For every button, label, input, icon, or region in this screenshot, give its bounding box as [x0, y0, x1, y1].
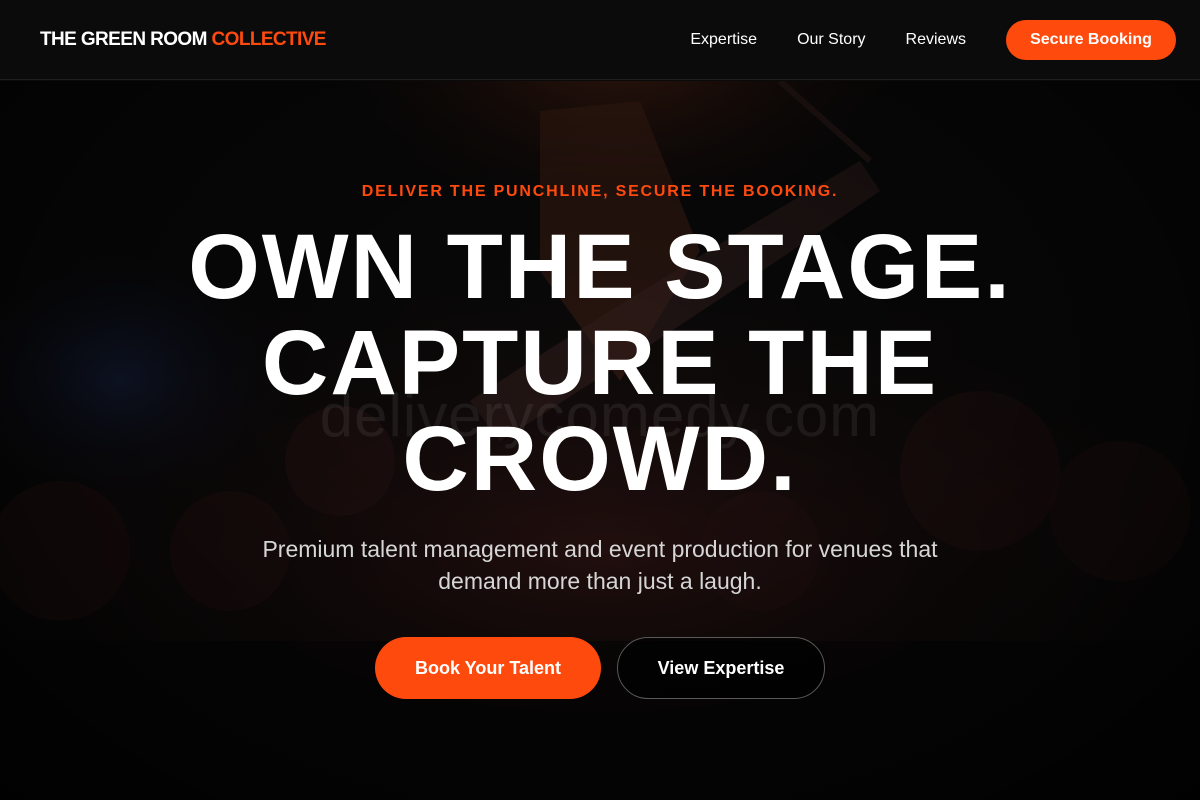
nav-link-expertise[interactable]: Expertise [690, 31, 757, 49]
secure-booking-button[interactable]: Secure Booking [1006, 19, 1176, 60]
hero-section: deliverycomedy.com DELIVER THE PUNCHLINE… [0, 81, 1200, 800]
landing-page: THE GREEN ROOM COLLECTIVE Expertise Our … [0, 0, 1200, 800]
book-talent-button[interactable]: Book Your Talent [375, 637, 601, 699]
logo-main-text: THE GREEN ROOM [40, 28, 207, 50]
nav-link-reviews[interactable]: Reviews [906, 31, 966, 49]
hero-headline: OWN THE STAGE. CAPTURE THE CROWD. [188, 216, 1012, 510]
hero-button-row: Book Your Talent View Expertise [0, 637, 1200, 699]
logo-accent-text: COLLECTIVE [211, 28, 327, 50]
nav-link-our-story[interactable]: Our Story [797, 31, 865, 49]
main-nav: Expertise Our Story Reviews Secure Booki… [690, 19, 1176, 60]
hero-subtext: Premium talent management and event prod… [262, 536, 938, 594]
hero-eyebrow: DELIVER THE PUNCHLINE, SECURE THE BOOKIN… [361, 183, 839, 200]
view-expertise-button[interactable]: View Expertise [617, 637, 825, 699]
hero-content: DELIVER THE PUNCHLINE, SECURE THE BOOKIN… [0, 81, 1200, 800]
site-logo[interactable]: THE GREEN ROOM COLLECTIVE [40, 29, 326, 51]
site-header: THE GREEN ROOM COLLECTIVE Expertise Our … [0, 0, 1200, 80]
